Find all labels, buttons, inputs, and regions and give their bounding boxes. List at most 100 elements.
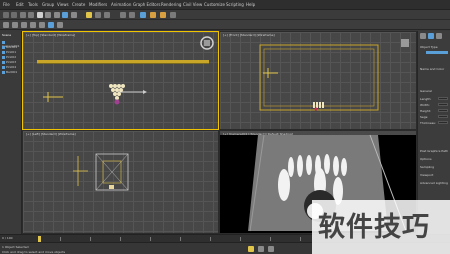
top-view-scene bbox=[37, 60, 209, 105]
menu-group[interactable]: Group bbox=[42, 2, 54, 7]
scene-item[interactable]: Box001 bbox=[2, 45, 17, 49]
modify-tab-icon[interactable] bbox=[428, 33, 434, 39]
create-tab-icon[interactable] bbox=[420, 33, 426, 39]
menu-create[interactable]: Create bbox=[72, 2, 85, 7]
timeline-tick bbox=[60, 237, 61, 241]
object-type-button[interactable] bbox=[426, 51, 448, 54]
scene-item[interactable]: Pin002 bbox=[2, 55, 16, 59]
rollout-object-type[interactable]: Object Type bbox=[420, 45, 438, 49]
menu-edit[interactable]: Edit bbox=[16, 2, 24, 7]
rollout-name-color[interactable]: Name and Color bbox=[420, 67, 444, 71]
left-view-scene bbox=[73, 153, 129, 191]
menu-modifiers[interactable]: Modifiers bbox=[89, 2, 107, 7]
menu-help[interactable]: Help bbox=[246, 2, 255, 7]
scene-item-label: Pin002 bbox=[6, 55, 17, 59]
selection-status: 1 Object Selected bbox=[2, 245, 29, 249]
front-view-scene bbox=[259, 44, 379, 111]
viewport-front[interactable]: [+] [Front] [Standard] [Wireframe] bbox=[219, 31, 417, 130]
render-setup-icon[interactable] bbox=[150, 12, 156, 18]
ribbon-blue-icon[interactable] bbox=[48, 22, 54, 28]
sphere-icon bbox=[2, 70, 5, 74]
timeline-tick bbox=[120, 237, 121, 241]
rotate-icon[interactable] bbox=[62, 12, 68, 18]
viewcube-icon[interactable] bbox=[400, 38, 410, 48]
mirror-icon[interactable] bbox=[120, 12, 126, 18]
unlink-icon[interactable] bbox=[28, 12, 34, 18]
percent-snap-icon[interactable] bbox=[104, 12, 110, 18]
select-object-icon[interactable] bbox=[37, 12, 43, 18]
geometry-icon bbox=[2, 55, 5, 59]
redo-icon[interactable] bbox=[11, 12, 17, 18]
viewport-top[interactable]: [+] [Top] [Standard] [Wireframe] bbox=[22, 31, 219, 130]
auto-key-icon[interactable] bbox=[248, 246, 254, 252]
geometry-icon bbox=[2, 50, 5, 54]
scale-icon[interactable] bbox=[71, 12, 77, 18]
ribbon-populate-icon[interactable] bbox=[39, 22, 45, 28]
geometry-icon bbox=[2, 65, 5, 69]
rollout-post[interactable]: Post Graphics Path bbox=[420, 149, 448, 153]
scene-item-label: Box001 bbox=[6, 45, 18, 49]
material-editor-icon[interactable] bbox=[140, 12, 146, 18]
menu-customize[interactable]: Customize bbox=[204, 2, 225, 7]
play-icon[interactable] bbox=[258, 246, 264, 252]
field-label: Height: bbox=[420, 109, 431, 113]
scene-item[interactable]: Pin001 bbox=[2, 50, 16, 54]
scene-item[interactable]: Ball001 bbox=[2, 70, 17, 74]
thickness-field[interactable] bbox=[438, 121, 448, 124]
ribbon-layer-icon[interactable] bbox=[57, 22, 63, 28]
angle-snap-icon[interactable] bbox=[95, 12, 101, 18]
width-field[interactable] bbox=[438, 103, 448, 106]
hierarchy-tab-icon[interactable] bbox=[436, 33, 442, 39]
rollout-advanced-lighting[interactable]: Advanced Lighting bbox=[420, 181, 448, 185]
undo-icon[interactable] bbox=[3, 12, 9, 18]
rollout-viewport[interactable]: Viewport bbox=[420, 173, 433, 177]
select-by-name-icon[interactable] bbox=[45, 12, 51, 18]
menu-rendering[interactable]: Rendering bbox=[161, 2, 181, 7]
menu-views[interactable]: Views bbox=[57, 2, 69, 7]
menu-graph-editors[interactable]: Graph Editors bbox=[133, 2, 160, 7]
segs-field[interactable] bbox=[438, 115, 448, 118]
scene-item-label: Ball001 bbox=[6, 70, 18, 74]
timeline-tick bbox=[300, 237, 301, 241]
field-label: Width: bbox=[420, 103, 430, 107]
timeline-tick bbox=[270, 237, 271, 241]
render-icon[interactable] bbox=[160, 12, 166, 18]
watermark-text: 软件技巧 bbox=[318, 212, 430, 243]
next-frame-icon[interactable] bbox=[268, 246, 274, 252]
snap-icon[interactable] bbox=[86, 12, 92, 18]
menu-civil-view[interactable]: Civil View bbox=[183, 2, 202, 7]
menu-animation[interactable]: Animation bbox=[111, 2, 131, 7]
move-icon[interactable] bbox=[54, 12, 60, 18]
ribbon-modeling-icon[interactable] bbox=[3, 22, 9, 28]
ribbon-selection-icon[interactable] bbox=[21, 22, 27, 28]
timeline-tick bbox=[240, 237, 241, 241]
rollout-sampling[interactable]: Sampling bbox=[420, 165, 434, 169]
height-field[interactable] bbox=[438, 109, 448, 112]
geometry-icon bbox=[2, 60, 5, 64]
lane-edge bbox=[37, 60, 209, 63]
lane-edge-line bbox=[37, 63, 209, 64]
rollout-general[interactable]: General bbox=[420, 89, 432, 93]
frame-rect-inner bbox=[263, 48, 375, 107]
scene-item[interactable]: Pin003 bbox=[2, 60, 16, 64]
link-icon[interactable] bbox=[20, 12, 26, 18]
pins-front bbox=[313, 102, 324, 108]
menu-tools[interactable]: Tools bbox=[28, 2, 38, 7]
field-label: Length: bbox=[420, 97, 432, 101]
viewport-left[interactable]: [+] [Left] [Standard] [Wireframe] bbox=[22, 130, 219, 234]
viewcube-icon[interactable] bbox=[200, 36, 214, 50]
scene-item[interactable]: Pin004 bbox=[2, 65, 16, 69]
length-field[interactable] bbox=[438, 97, 448, 100]
menu-scripting[interactable]: Scripting bbox=[226, 2, 244, 7]
ball-top bbox=[114, 99, 120, 105]
scene-item-label: Pin003 bbox=[6, 60, 17, 64]
ribbon-freeform-icon[interactable] bbox=[12, 22, 18, 28]
rollout-options[interactable]: Options bbox=[420, 157, 432, 161]
timeline-tick bbox=[180, 237, 181, 241]
curve-editor-icon[interactable] bbox=[170, 12, 176, 18]
menu-file[interactable]: File bbox=[3, 2, 10, 7]
ribbon-object-paint-icon[interactable] bbox=[30, 22, 36, 28]
align-icon[interactable] bbox=[129, 12, 135, 18]
box-icon bbox=[2, 45, 5, 49]
scene-item[interactable]: Camera001 bbox=[2, 40, 21, 48]
